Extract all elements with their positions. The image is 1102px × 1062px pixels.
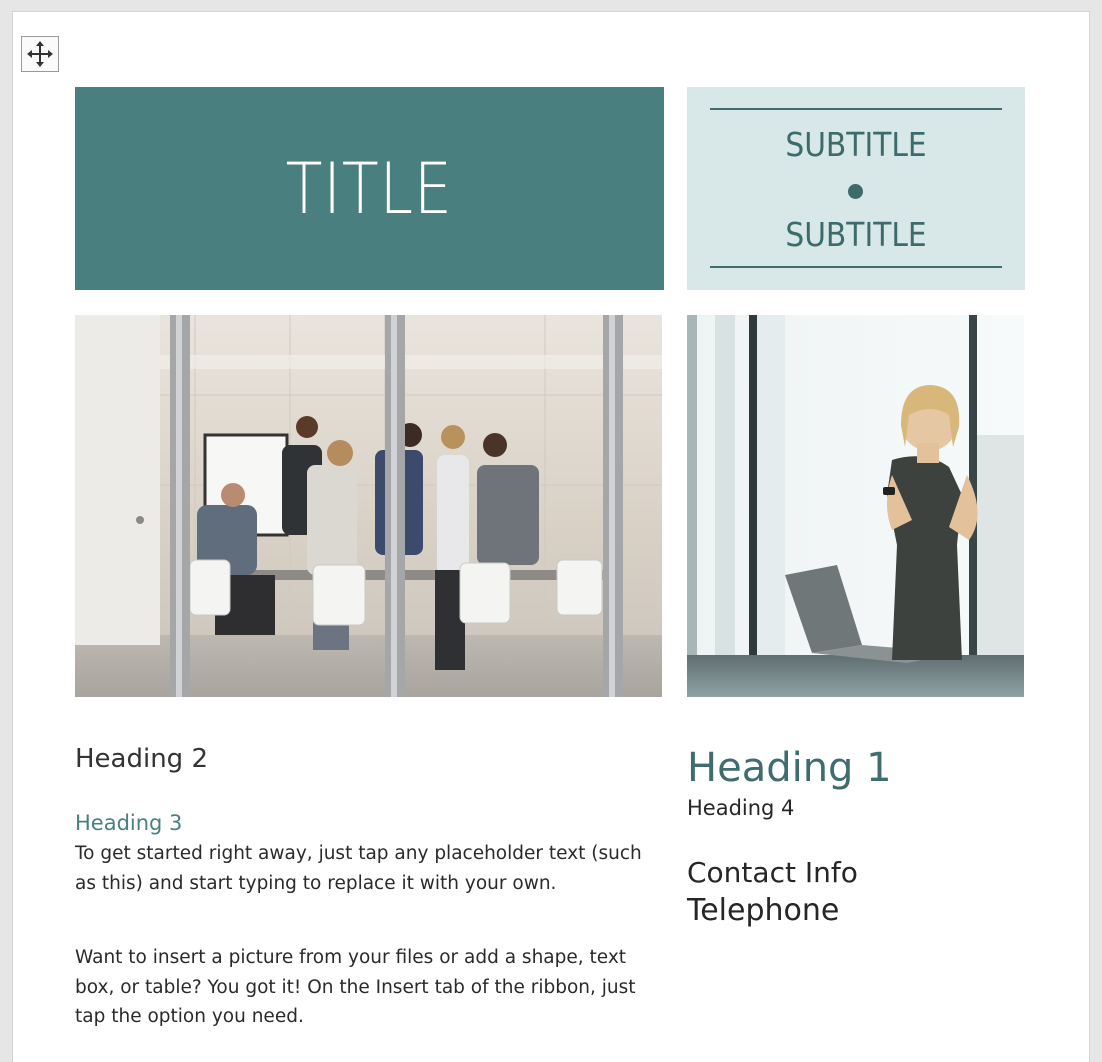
- bullet-dot: [848, 184, 863, 199]
- subtitle-bottom[interactable]: SUBTITLE: [704, 215, 1008, 254]
- document-title[interactable]: TITLE: [286, 148, 453, 230]
- subtitle-bottom-rule: [710, 266, 1002, 268]
- body-paragraph-1[interactable]: To get started right away, just tap any …: [75, 839, 650, 898]
- heading-2[interactable]: Heading 2: [75, 744, 208, 774]
- subtitle-top[interactable]: SUBTITLE: [704, 125, 1008, 164]
- heading-3[interactable]: Heading 3: [75, 811, 182, 835]
- heading-1[interactable]: Heading 1: [687, 745, 892, 791]
- body-paragraph-2[interactable]: Want to insert a picture from your files…: [75, 943, 650, 1032]
- contact-info[interactable]: Contact Info: [687, 856, 858, 889]
- subtitle-top-rule: [710, 108, 1002, 110]
- title-block[interactable]: TITLE: [75, 87, 664, 290]
- telephone[interactable]: Telephone: [687, 893, 839, 928]
- meeting-room-photo[interactable]: [75, 315, 662, 697]
- move-arrows-icon[interactable]: [21, 36, 59, 72]
- woman-phone-photo[interactable]: [687, 315, 1024, 697]
- heading-4[interactable]: Heading 4: [687, 796, 794, 820]
- subtitle-block[interactable]: SUBTITLE SUBTITLE: [687, 87, 1025, 290]
